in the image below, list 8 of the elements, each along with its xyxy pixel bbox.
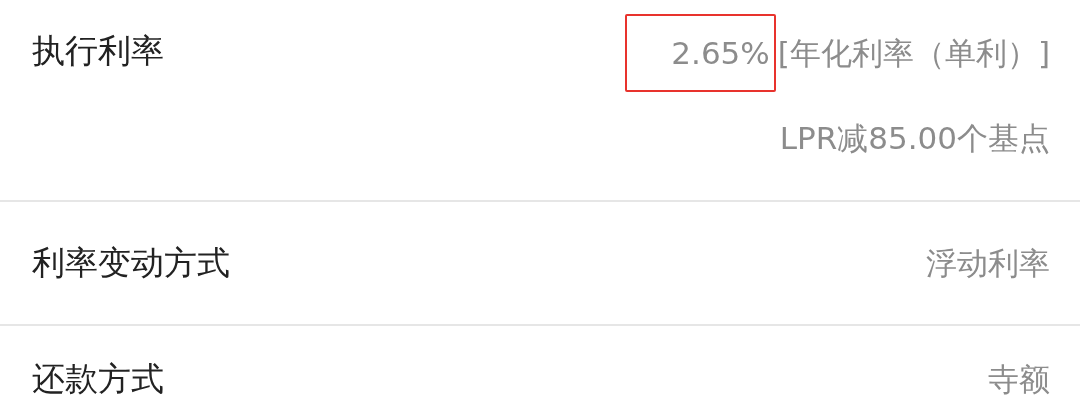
row-value: [年化利率（单利）] — [777, 34, 1050, 73]
rate-note: LPR减85.00个基点 — [779, 119, 1050, 158]
highlighted-value: 2.65% — [625, 14, 776, 92]
row-value: 浮动利率 — [926, 244, 1050, 283]
row-label: 还款方式 — [32, 358, 164, 400]
row-value: 寺额 — [988, 360, 1050, 399]
row-label: 执行利率 — [32, 30, 164, 72]
row-label: 利率变动方式 — [32, 242, 230, 284]
